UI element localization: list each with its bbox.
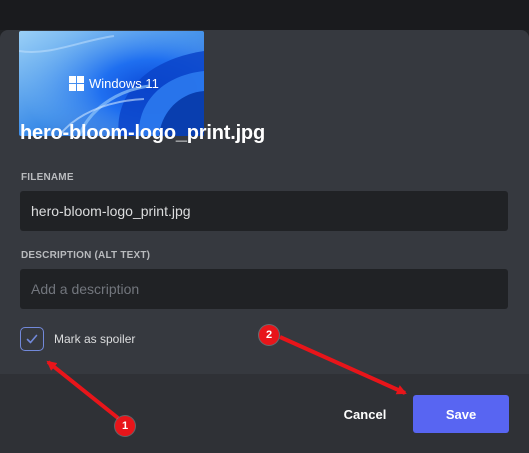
preview-caption: Windows 11 xyxy=(89,76,159,91)
description-label: DESCRIPTION (ALT TEXT) xyxy=(21,250,151,261)
filename-label: FILENAME xyxy=(21,172,74,183)
image-preview: Windows 11 xyxy=(19,31,204,136)
annotation-badge-1: 1 xyxy=(115,416,135,436)
description-input[interactable] xyxy=(20,269,508,309)
file-title: hero-bloom-logo_print.jpg xyxy=(20,122,265,144)
filename-input[interactable] xyxy=(20,191,508,231)
check-icon xyxy=(26,334,38,344)
cancel-button[interactable]: Cancel xyxy=(331,395,399,433)
spoiler-toggle[interactable]: Mark as spoiler xyxy=(20,327,135,351)
save-button[interactable]: Save xyxy=(413,395,509,433)
spoiler-checkbox[interactable] xyxy=(20,327,44,351)
annotation-badge-2: 2 xyxy=(259,325,279,345)
spoiler-label: Mark as spoiler xyxy=(54,332,136,346)
backdrop-top-strip xyxy=(0,0,529,30)
